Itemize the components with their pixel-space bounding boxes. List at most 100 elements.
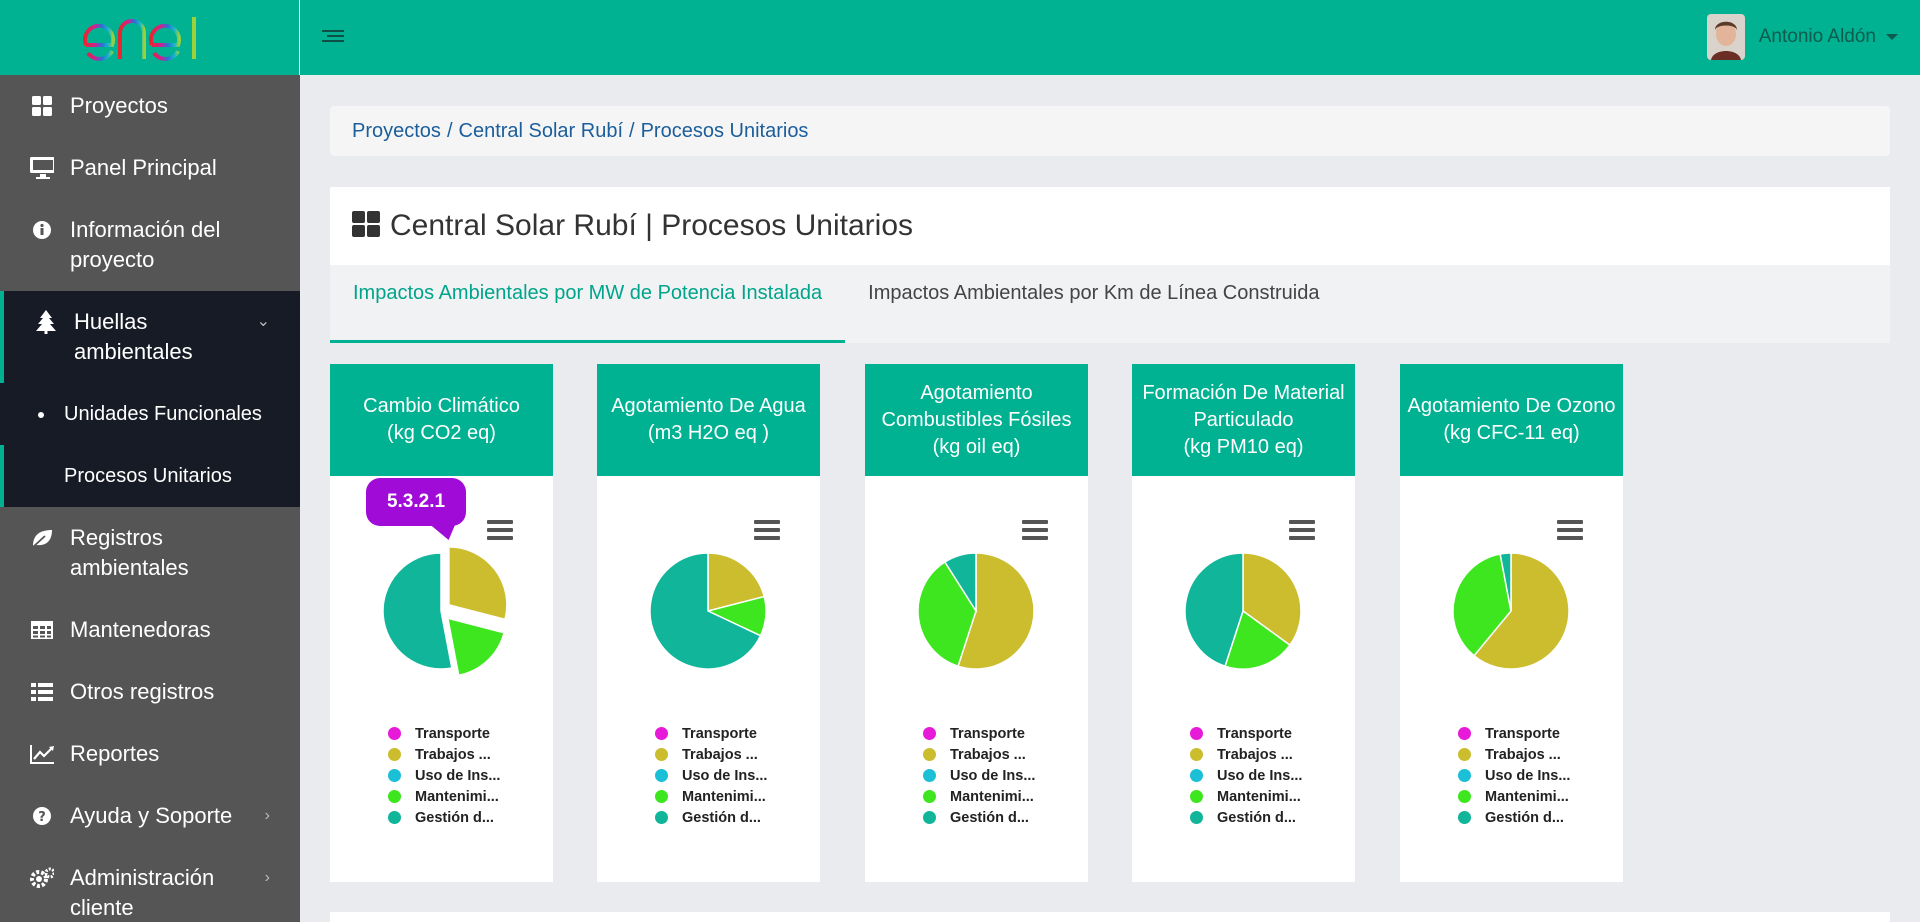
chevron-down-icon: ⌄	[256, 313, 270, 330]
sidebar-item-registros[interactable]: Registros ambientales	[0, 507, 300, 599]
chart-title: Formación De Material Particulado (kg PM…	[1132, 364, 1355, 476]
chart-title-text: Agotamiento De Ozono (kg CFC-11 eq)	[1407, 395, 1616, 444]
legend-item[interactable]: Uso de Ins...	[655, 765, 767, 786]
legend-item[interactable]: Transporte	[923, 723, 1035, 744]
legend-dot	[923, 727, 936, 740]
chart-menu-icon[interactable]	[487, 520, 513, 540]
chevron-right-icon: ›	[264, 869, 270, 886]
sidebar-item-informacion[interactable]: Información del proyecto	[0, 199, 300, 291]
menu-toggle-icon[interactable]	[322, 29, 346, 46]
chart-menu-icon[interactable]	[1557, 520, 1583, 540]
legend-item[interactable]: Trabajos ...	[388, 744, 500, 765]
legend-dot	[388, 811, 401, 824]
chart-title-text: Formación De Material Particulado (kg PM…	[1142, 381, 1345, 458]
legend-label: Mantenimi...	[1485, 788, 1569, 805]
pie-slice[interactable]	[448, 546, 508, 621]
legend-item[interactable]: Transporte	[388, 723, 500, 744]
sidebar-item-label: Mantenedoras	[70, 617, 211, 642]
sidebar-item-proyectos[interactable]: Proyectos	[0, 75, 300, 137]
legend-label: Trabajos ...	[682, 746, 758, 763]
legend-item[interactable]: Trabajos ...	[1458, 744, 1570, 765]
breadcrumb-proyectos[interactable]: Proyectos	[352, 120, 441, 143]
legend-label: Trabajos ...	[415, 746, 491, 763]
submenu-item-procesos-unitarios[interactable]: Procesos Unitarios	[0, 445, 300, 507]
legend-item[interactable]: Uso de Ins...	[388, 765, 500, 786]
pie-slice[interactable]	[446, 617, 505, 677]
pie-slice[interactable]	[382, 552, 453, 670]
sidebar-item-administracion[interactable]: Administración cliente ›	[0, 847, 300, 922]
tab-impactos-km[interactable]: Impactos Ambientales por Km de Línea Con…	[845, 265, 1342, 343]
breadcrumb-separator: /	[629, 119, 635, 142]
sidebar-item-label: Reportes	[70, 741, 160, 766]
tab-bar: Impactos Ambientales por MW de Potencia …	[330, 265, 1890, 343]
chart-legend: Transporte Trabajos ... Uso de Ins... Mante…	[923, 723, 1035, 828]
legend-label: Uso de Ins...	[415, 767, 501, 784]
legend-item[interactable]: Uso de Ins...	[923, 765, 1035, 786]
chart-title: Agotamiento De Ozono (kg CFC-11 eq)	[1400, 364, 1623, 476]
list-icon	[30, 677, 54, 707]
sidebar-item-label: Panel Principal	[70, 155, 217, 180]
submenu-item-unidades-funcionales[interactable]: Unidades Funcionales	[0, 383, 300, 445]
legend-item[interactable]: Trabajos ...	[655, 744, 767, 765]
sidebar-item-reportes[interactable]: Reportes	[0, 723, 300, 785]
legend-item[interactable]: Uso de Ins...	[1458, 765, 1570, 786]
legend-item[interactable]: Gestión d...	[388, 807, 500, 828]
pie-chart	[382, 546, 508, 677]
sidebar: Proyectos Panel Principal Información de…	[0, 0, 300, 922]
sidebar-item-mantenedoras[interactable]: Mantenedoras	[0, 599, 300, 661]
line-chart-icon	[30, 739, 54, 769]
legend-item[interactable]: Mantenimi...	[1458, 786, 1570, 807]
legend-label: Transporte	[950, 725, 1025, 742]
legend-item[interactable]: Trabajos ...	[1190, 744, 1302, 765]
legend-label: Trabajos ...	[1485, 746, 1561, 763]
legend-dot	[388, 769, 401, 782]
legend-dot	[1190, 748, 1203, 761]
legend-item[interactable]: Mantenimi...	[388, 786, 500, 807]
sidebar-item-ayuda[interactable]: ? Ayuda y Soporte ›	[0, 785, 300, 847]
tab-impactos-mw[interactable]: Impactos Ambientales por MW de Potencia …	[330, 265, 846, 343]
svg-text:?: ?	[38, 810, 46, 825]
page-title: Central Solar Rubí | Procesos Unitarios	[390, 209, 914, 242]
legend-item[interactable]: Transporte	[1458, 723, 1570, 744]
legend-item[interactable]: Mantenimi...	[655, 786, 767, 807]
sidebar-item-otros-registros[interactable]: Otros registros	[0, 661, 300, 723]
breadcrumb-procesos-unitarios[interactable]: Procesos Unitarios	[641, 120, 809, 143]
chart-title: Agotamiento De Agua (m3 H2O eq )	[597, 364, 820, 476]
chart-menu-icon[interactable]	[754, 520, 780, 540]
legend-item[interactable]: Trabajos ...	[923, 744, 1035, 765]
breadcrumb: Proyectos / Central Solar Rubí / Proceso…	[330, 106, 1890, 156]
enel-logo-mark	[82, 16, 196, 61]
legend-item[interactable]: Transporte	[655, 723, 767, 744]
legend-item[interactable]: Transporte	[1190, 723, 1302, 744]
legend-item[interactable]: Gestión d...	[923, 807, 1035, 828]
legend-label: Mantenimi...	[682, 788, 766, 805]
enel-logo[interactable]	[0, 0, 300, 75]
annotation-callout: 5.3.2.1	[366, 478, 466, 526]
legend-label: Mantenimi...	[950, 788, 1034, 805]
info-circle-icon	[30, 215, 54, 245]
legend-dot	[1190, 727, 1203, 740]
legend-dot	[923, 769, 936, 782]
breadcrumb-central-solar[interactable]: Central Solar Rubí	[459, 120, 624, 143]
chart-menu-icon[interactable]	[1289, 520, 1315, 540]
user-menu[interactable]: Antonio Aldón	[1706, 14, 1898, 60]
tree-icon	[34, 307, 58, 337]
legend-label: Trabajos ...	[1217, 746, 1293, 763]
chevron-right-icon: ›	[264, 807, 270, 824]
chart-title: Agotamiento Combustibles Fósiles (kg oil…	[865, 364, 1088, 476]
legend-label: Gestión d...	[1485, 809, 1564, 826]
legend-item[interactable]: Gestión d...	[1190, 807, 1302, 828]
legend-item[interactable]: Mantenimi...	[923, 786, 1035, 807]
chart-menu-icon[interactable]	[1022, 520, 1048, 540]
legend-item[interactable]: Gestión d...	[655, 807, 767, 828]
chart-title-text: Agotamiento Combustibles Fósiles (kg oil…	[881, 381, 1072, 458]
legend-item[interactable]: Uso de Ins...	[1190, 765, 1302, 786]
legend-label: Uso de Ins...	[950, 767, 1036, 784]
legend-item[interactable]: Gestión d...	[1458, 807, 1570, 828]
chart-panel: Agotamiento Combustibles Fósiles (kg oil…	[865, 364, 1088, 882]
sidebar-item-huellas[interactable]: Huellas ambientales ⌄	[0, 291, 300, 383]
legend-dot	[1190, 790, 1203, 803]
pie-chart	[649, 552, 767, 670]
sidebar-item-panel-principal[interactable]: Panel Principal	[0, 137, 300, 199]
legend-item[interactable]: Mantenimi...	[1190, 786, 1302, 807]
